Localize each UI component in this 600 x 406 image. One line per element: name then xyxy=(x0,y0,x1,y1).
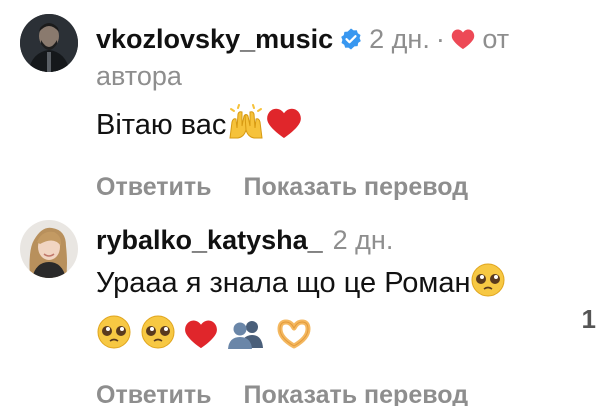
pleading-face-emoji-icon xyxy=(470,262,506,311)
comment-text-content: Вітаю вас xyxy=(96,109,227,141)
pleading-face-emoji-icon xyxy=(96,314,132,363)
timestamp: 2 дн. xyxy=(369,24,430,54)
comment-meta: vkozlovsky_music 2 дн. · от xyxy=(96,22,580,59)
comment-text: Вітаю вас xyxy=(96,103,580,153)
comment-text-content: Урааа я знала що це Роман xyxy=(96,267,471,299)
timestamp: 2 дн. xyxy=(332,225,394,255)
translate-button[interactable]: Показать перевод xyxy=(244,173,469,201)
avatar-vkozlovsky[interactable] xyxy=(20,14,78,72)
avatar-rybalko[interactable] xyxy=(20,220,78,278)
comment-text: Урааа я знала що це Роман xyxy=(96,261,580,311)
reply-button[interactable]: Ответить xyxy=(96,173,212,201)
comment-actions: Ответить Показать перевод xyxy=(96,379,580,406)
red-heart-emoji-icon xyxy=(184,318,218,363)
translate-button[interactable]: Показать перевод xyxy=(244,381,469,406)
busts-in-silhouette-emoji-icon xyxy=(226,318,266,363)
verified-badge-icon xyxy=(339,25,363,59)
username[interactable]: rybalko_katysha_ xyxy=(96,225,323,255)
comment-emoji-line xyxy=(96,313,580,363)
red-heart-emoji-icon xyxy=(266,106,302,153)
reply-button[interactable]: Ответить xyxy=(96,381,212,406)
author-like-label: от xyxy=(482,24,510,54)
separator-dot: · xyxy=(435,24,445,54)
author-like-label-cont: автора xyxy=(96,61,182,91)
comment-actions: Ответить Показать перевод xyxy=(96,171,580,203)
author-liked-heart-icon xyxy=(451,24,475,58)
raising-hands-emoji-icon xyxy=(226,104,266,153)
username[interactable]: vkozlovsky_music xyxy=(96,24,333,54)
pleading-face-emoji-icon xyxy=(140,314,176,363)
like-count: 1 xyxy=(581,304,596,334)
heart-hands-emoji-icon xyxy=(274,318,314,363)
comment-meta: rybalko_katysha_ 2 дн. xyxy=(96,223,580,257)
